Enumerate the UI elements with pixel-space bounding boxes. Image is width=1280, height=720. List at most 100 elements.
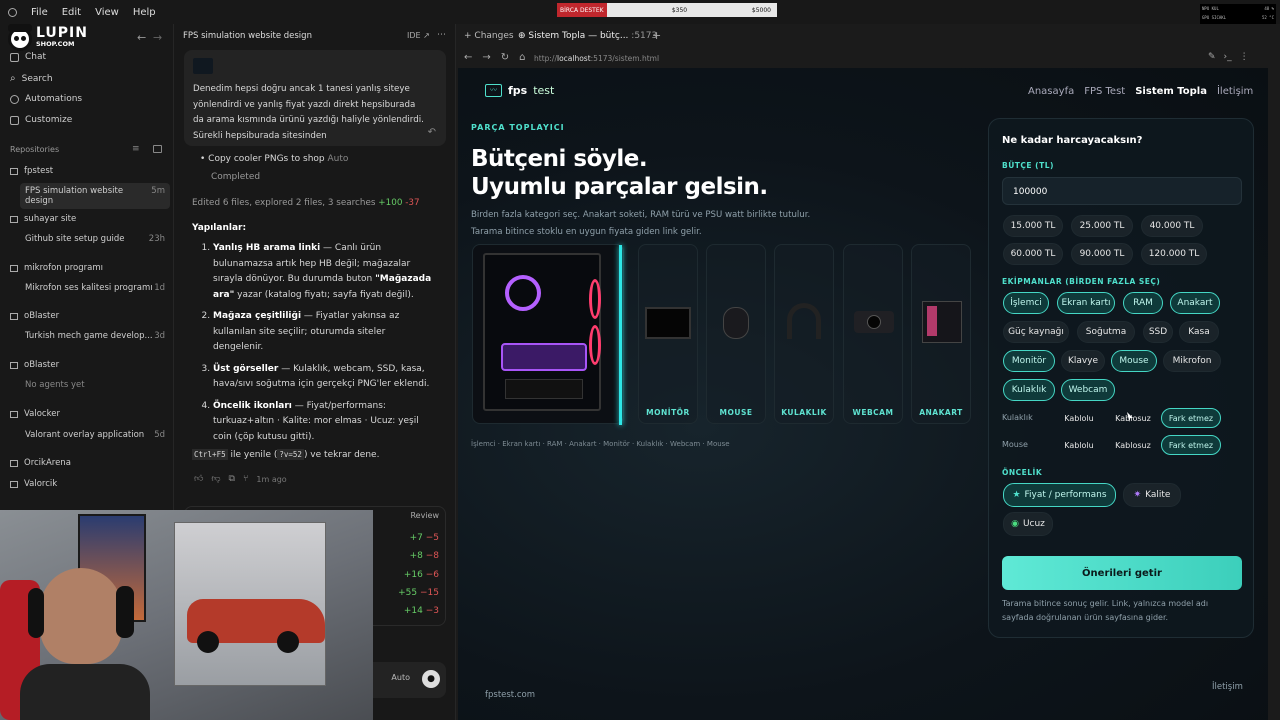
headset-wireless[interactable]: Kablosuz [1107,408,1159,428]
menu-view[interactable]: View [95,7,119,18]
equip-chip-microphone[interactable]: Mikrofon [1163,350,1221,372]
thread-item-active[interactable]: FPS simulation website design 5m [20,183,170,209]
webcam-overlay [0,510,373,720]
back-icon[interactable]: ← [464,52,472,63]
equip-chip-cooling[interactable]: Soğutma [1077,321,1135,343]
menu-help[interactable]: Help [133,7,156,18]
priority-cheap[interactable]: ◉ Ucuz [1003,512,1053,536]
menu-edit[interactable]: Edit [62,7,81,18]
repo-group[interactable]: Valocker [10,409,60,419]
equip-chip-cpu[interactable]: İşlemci [1003,292,1049,314]
thumbs-up-icon[interactable]: 👍︎ [194,474,203,484]
site-brand[interactable]: 〰 fps test [485,84,554,97]
headset-wired[interactable]: Kablolu [1055,408,1103,428]
priority-price-performance[interactable]: ★ Fiyat / performans [1003,483,1116,507]
nav-home[interactable]: Anasayfa [1028,86,1074,97]
equip-chip-webcam[interactable]: Webcam [1061,379,1115,401]
new-folder-icon[interactable] [153,145,162,153]
equip-chip-keyboard[interactable]: Klavye [1061,350,1105,372]
fork-icon[interactable]: ⑂ [243,474,248,484]
app-icon[interactable] [8,7,17,17]
budget-input[interactable]: 100000 [1002,177,1242,205]
thread-item[interactable]: Turkish mech game develop... 3d [25,331,165,341]
part-card-motherboard[interactable]: ANAKART [911,244,971,424]
thread-item[interactable]: Github site setup guide 23h [25,234,165,244]
ide-button[interactable]: IDE ↗ [407,31,430,40]
part-card-mouse[interactable]: MOUSE [706,244,766,424]
equip-chip-ram[interactable]: RAM [1123,292,1163,314]
review-button[interactable]: Review [410,511,439,520]
more-vertical-icon[interactable]: ⋮ [1240,52,1249,62]
equip-chip-mouse[interactable]: Mouse [1111,350,1157,372]
repo-group[interactable]: oBlaster [10,311,59,321]
more-icon[interactable]: ⋯ [437,30,446,40]
pen-icon[interactable]: ✎ [1208,52,1216,62]
new-chat-link[interactable]: Chat [10,52,46,62]
filter-icon[interactable]: ≡ [132,144,140,154]
new-tab-button[interactable]: + [652,29,661,42]
forward-icon[interactable]: → [482,52,490,63]
budget-preset[interactable]: 15.000 TL [1003,215,1063,237]
repo-group[interactable]: suhayar site [10,214,76,224]
budget-panel: Ne kadar harcayacaksın? BÜTÇE (TL) 10000… [988,118,1254,638]
repo-group[interactable]: mikrofon programı [10,263,103,273]
response-list: Yanlış HB arama linki — Canlı ürün bulun… [213,241,435,451]
search-link[interactable]: ⌕ Search [10,73,53,84]
get-recommendations-button[interactable]: Önerileri getir [1002,556,1242,590]
equip-chip-gpu[interactable]: Ekran kartı [1057,292,1115,314]
equip-chip-case[interactable]: Kasa [1179,321,1219,343]
budget-preset[interactable]: 60.000 TL [1003,243,1063,265]
budget-preset[interactable]: 120.000 TL [1141,243,1207,265]
priority-quality[interactable]: ✷ Kalite [1123,483,1181,507]
attachment-thumbnail[interactable] [193,58,213,74]
equip-chip-headset[interactable]: Kulaklık [1003,379,1055,401]
reload-icon[interactable]: ↻ [501,52,509,63]
list-item: Üst görseller — Kulaklık, webcam, SSD, k… [213,362,435,393]
part-card-headset[interactable]: KULAKLIK [774,244,834,424]
forward-arrow-icon[interactable]: → [153,31,162,44]
thread-item[interactable]: Mikrofon ses kalitesi programı 1d [25,283,165,293]
equip-chip-psu[interactable]: Güç kaynağı [1003,321,1069,343]
nav-contact[interactable]: İletişim [1217,86,1253,97]
repo-group[interactable]: OrcikArena [10,458,71,468]
equip-chip-monitor[interactable]: Monitör [1003,350,1055,372]
budget-preset[interactable]: 25.000 TL [1071,215,1133,237]
nav-build[interactable]: Sistem Topla [1135,86,1207,97]
customize-link[interactable]: Customize [10,115,72,125]
part-card-monitor[interactable]: MONİTÖR [638,244,698,424]
url-bar[interactable]: http://localhost:5173/sistem.html [534,54,659,63]
changes-tab[interactable]: + Changes [464,31,514,41]
equip-chip-ssd[interactable]: SSD [1143,321,1173,343]
thread-item[interactable]: Valorant overlay application 5d [25,430,165,440]
repo-group[interactable]: fpstest [10,166,53,176]
message-time: 1m ago [256,474,287,484]
folder-icon [10,361,18,369]
task-item[interactable]: • Copy cooler PNGs to shop Auto [200,154,348,164]
terminal-icon[interactable]: ›_ [1224,52,1232,62]
undo-icon[interactable]: ↶ [428,127,436,138]
part-card-webcam[interactable]: WEBCAM [843,244,903,424]
headset-any[interactable]: Fark etmez [1161,408,1221,428]
equip-chip-motherboard[interactable]: Anakart [1170,292,1220,314]
microphone-icon[interactable]: ● [422,670,440,688]
browser-tab[interactable]: ⊕ Sistem Topla — bütç... :5173 [518,31,657,41]
mouse-wireless[interactable]: Kablosuz [1107,435,1159,455]
repo-group[interactable]: Valorcik [10,479,57,489]
back-arrow-icon[interactable]: ← [137,31,146,44]
nav-fps-test[interactable]: FPS Test [1084,86,1125,97]
footer-brand[interactable]: fpstest.com [485,690,535,700]
budget-preset[interactable]: 40.000 TL [1141,215,1203,237]
home-icon[interactable]: ⌂ [519,52,525,63]
automations-link[interactable]: Automations [10,94,82,104]
copy-icon[interactable]: ⧉ [229,474,235,484]
thumbs-down-icon[interactable]: 👎︎ [211,474,220,484]
mouse-wired[interactable]: Kablolu [1055,435,1103,455]
mouse-any[interactable]: Fark etmez [1161,435,1221,455]
logo-text: LUPIN [36,25,88,41]
edited-summary[interactable]: Edited 6 files, explored 2 files, 3 sear… [192,198,420,208]
repo-group[interactable]: oBlaster [10,360,59,370]
footer-contact[interactable]: İletişim [1212,682,1243,692]
budget-preset[interactable]: 90.000 TL [1071,243,1133,265]
menu-file[interactable]: File [31,7,48,18]
mode-select[interactable]: Auto [391,673,410,682]
